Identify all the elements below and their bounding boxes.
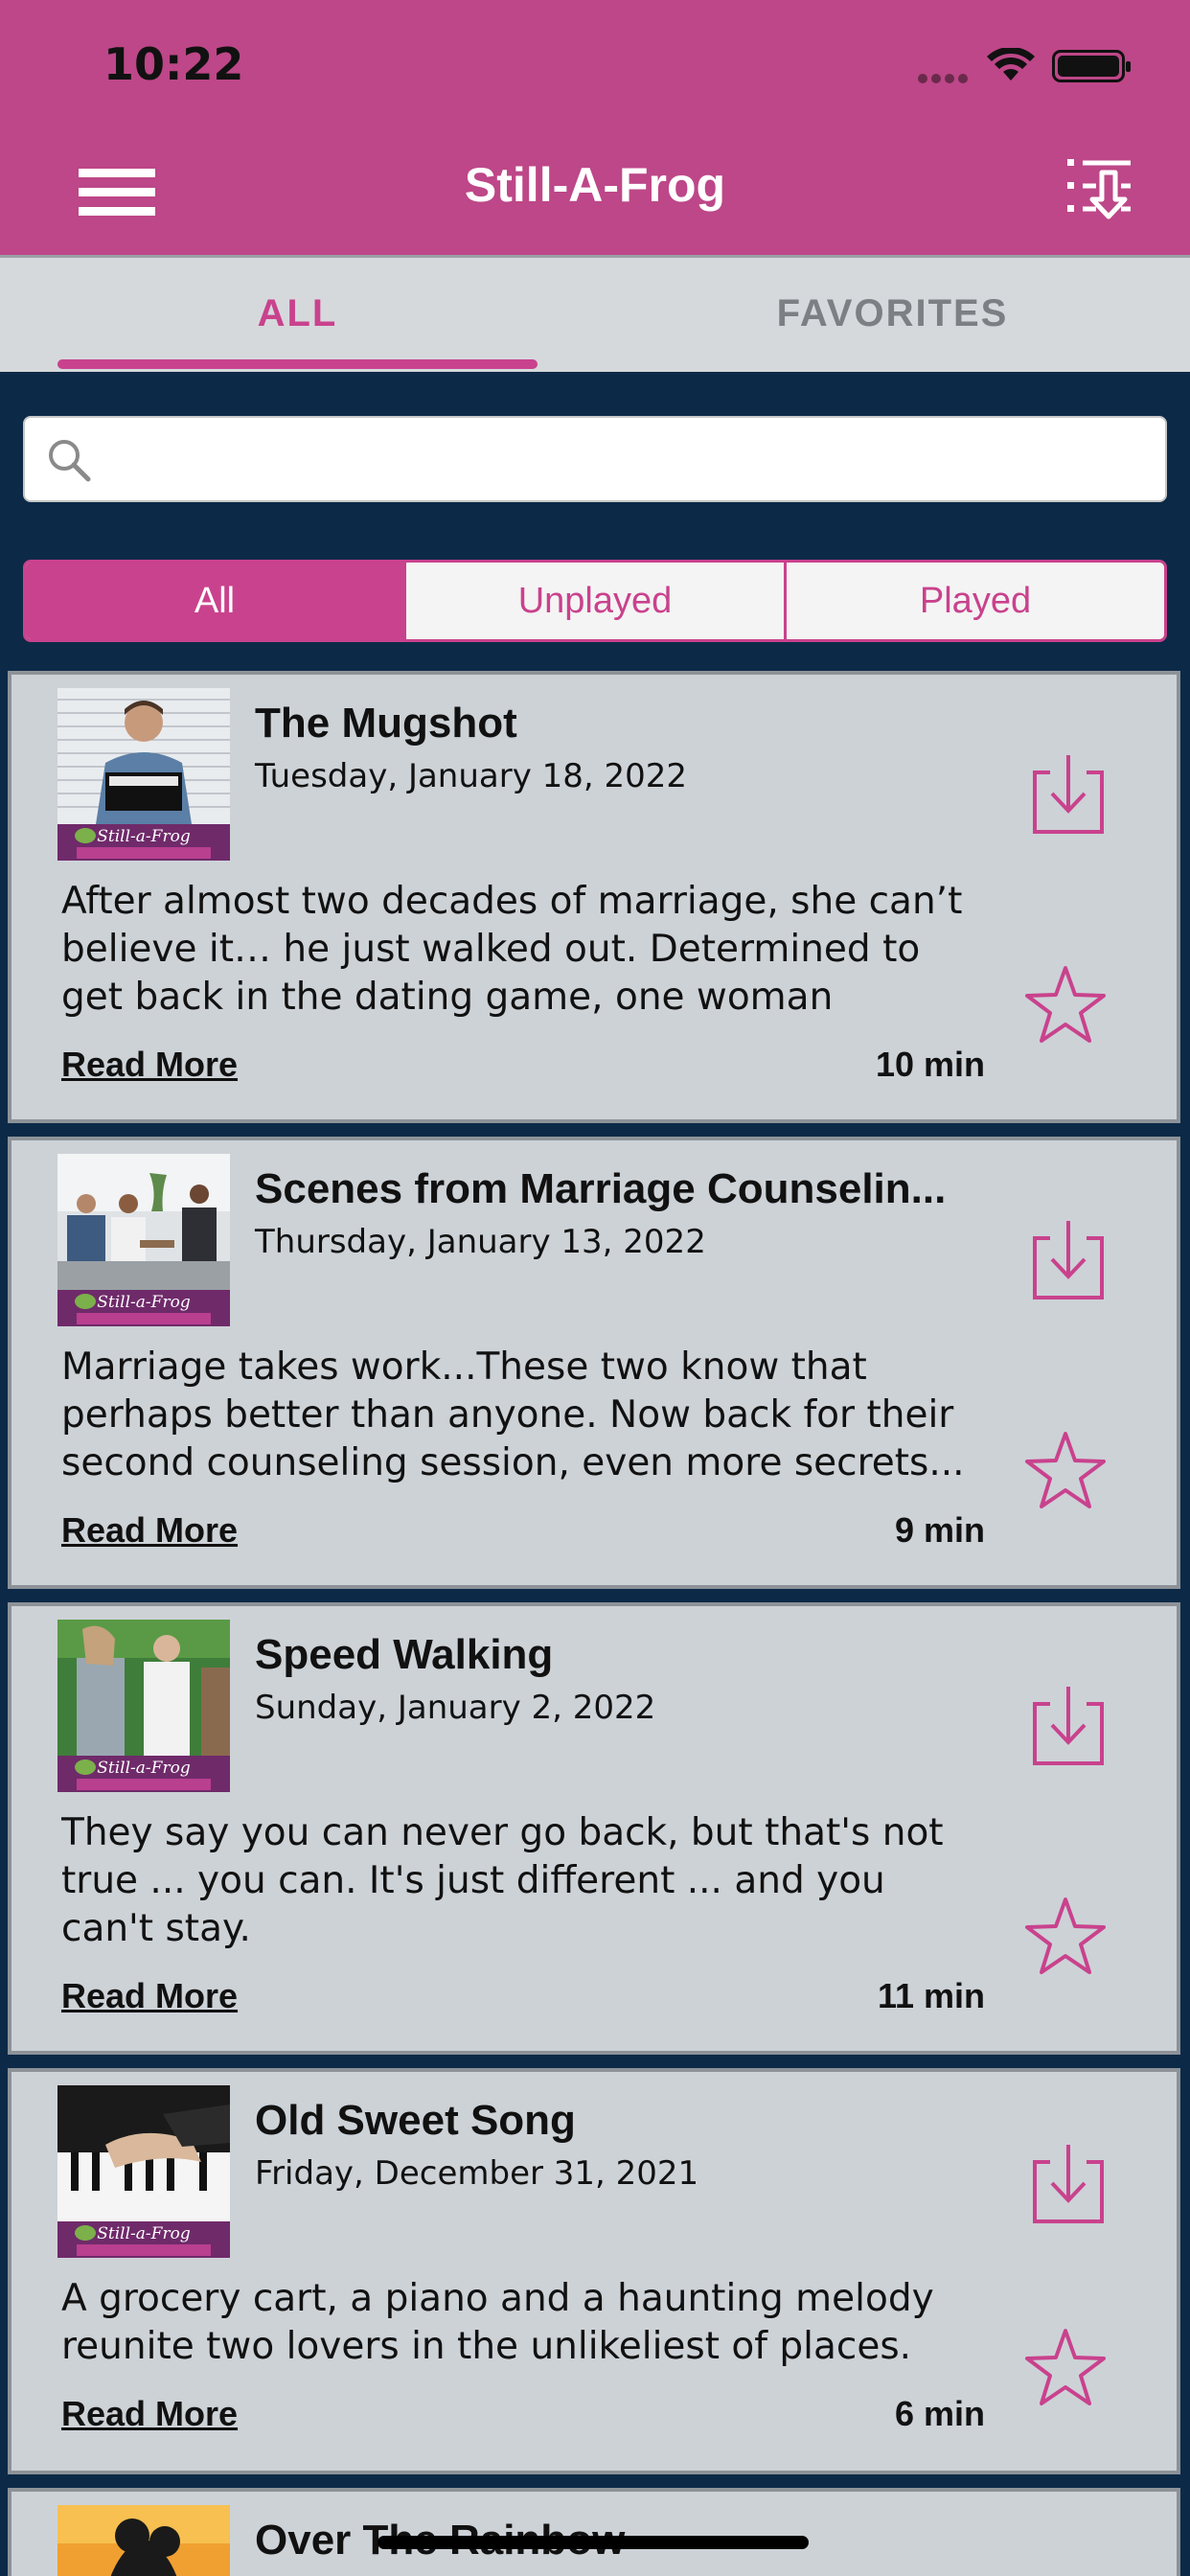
episode-title: Old Sweet Song <box>255 2097 576 2144</box>
frog-logo-icon <box>75 2225 96 2241</box>
episode-date: Sunday, January 2, 2022 <box>255 1689 656 1727</box>
episode-description: They say you can never go back, but that… <box>61 1811 944 1950</box>
tab-all[interactable]: ALL <box>0 292 595 335</box>
episode-date: Thursday, January 13, 2022 <box>255 1223 706 1261</box>
battery-icon <box>1052 50 1131 82</box>
episode-description: A grocery cart, a piano and a haunting m… <box>61 2277 934 2368</box>
tab-bar: ALL FAVORITES <box>0 255 1190 372</box>
download-icon[interactable] <box>1029 2141 1108 2227</box>
download-icon[interactable] <box>1029 1217 1108 1303</box>
read-more-link[interactable]: Read More <box>61 2394 238 2434</box>
episode-date: Tuesday, January 18, 2022 <box>255 757 688 795</box>
nav-bar: Still-A-Frog <box>0 125 1190 255</box>
episode-title: Speed Walking <box>255 1631 554 1678</box>
favorite-star-icon[interactable] <box>1021 962 1110 1050</box>
favorite-star-icon[interactable] <box>1021 2325 1110 2413</box>
episode-card[interactable]: Still-a-Frog Old Sweet Song Friday, Dece… <box>8 2068 1180 2474</box>
episode-duration: 6 min <box>894 2394 985 2433</box>
search-box[interactable] <box>23 416 1167 502</box>
episode-card[interactable]: Still-a-Frog Scenes from Marriage Counse… <box>8 1137 1180 1589</box>
tab-selected-indicator <box>57 359 538 369</box>
episode-thumbnail: Still-a-Frog <box>57 2085 230 2258</box>
episode-thumbnail <box>57 2505 230 2576</box>
episode-thumbnail: Still-a-Frog <box>57 1620 230 1792</box>
tab-favorites[interactable]: FAVORITES <box>595 292 1190 335</box>
cellular-signal-icon <box>918 71 975 83</box>
play-status-filter: All Unplayed Played <box>23 560 1167 642</box>
read-more-link[interactable]: Read More <box>61 1976 238 2016</box>
downloads-list-icon[interactable] <box>1065 153 1134 222</box>
episode-description: After almost two decades of marriage, sh… <box>61 880 963 1019</box>
episode-date: Friday, December 31, 2021 <box>255 2154 699 2193</box>
status-bar: 10:22 <box>0 0 1190 125</box>
filter-played[interactable]: Played <box>787 563 1164 639</box>
search-icon <box>49 440 91 482</box>
read-more-link[interactable]: Read More <box>61 1510 238 1551</box>
search-input[interactable] <box>111 427 1146 491</box>
home-indicator[interactable] <box>378 2536 809 2549</box>
episode-duration: 10 min <box>875 1045 985 1084</box>
episode-card[interactable]: Over The Rainbow <box>8 2488 1180 2576</box>
frog-logo-icon <box>75 828 96 843</box>
frog-logo-icon <box>75 1294 96 1309</box>
episode-card[interactable]: Still-a-Frog The Mugshot Tuesday, Januar… <box>8 671 1180 1123</box>
episode-title: The Mugshot <box>255 700 517 747</box>
download-icon[interactable] <box>1029 751 1108 838</box>
episode-title: Scenes from Marriage Counselin... <box>255 1165 947 1212</box>
read-more-link[interactable]: Read More <box>61 1045 238 1085</box>
episode-card[interactable]: Still-a-Frog Speed Walking Sunday, Janua… <box>8 1602 1180 2055</box>
episode-thumbnail: Still-a-Frog <box>57 1154 230 1326</box>
favorite-star-icon[interactable] <box>1021 1894 1110 1982</box>
filter-unplayed[interactable]: Unplayed <box>406 563 787 639</box>
episode-thumbnail: Still-a-Frog <box>57 688 230 861</box>
download-icon[interactable] <box>1029 1683 1108 1769</box>
wifi-icon <box>987 48 1035 80</box>
status-time: 10:22 <box>103 38 244 90</box>
episode-duration: 11 min <box>877 1976 985 2015</box>
page-title: Still-A-Frog <box>464 158 726 212</box>
filter-all[interactable]: All <box>26 563 406 639</box>
episode-description: Marriage takes work...These two know tha… <box>61 1346 965 1484</box>
favorite-star-icon[interactable] <box>1021 1428 1110 1516</box>
episode-duration: 9 min <box>894 1510 985 1550</box>
frog-logo-icon <box>75 1760 96 1775</box>
